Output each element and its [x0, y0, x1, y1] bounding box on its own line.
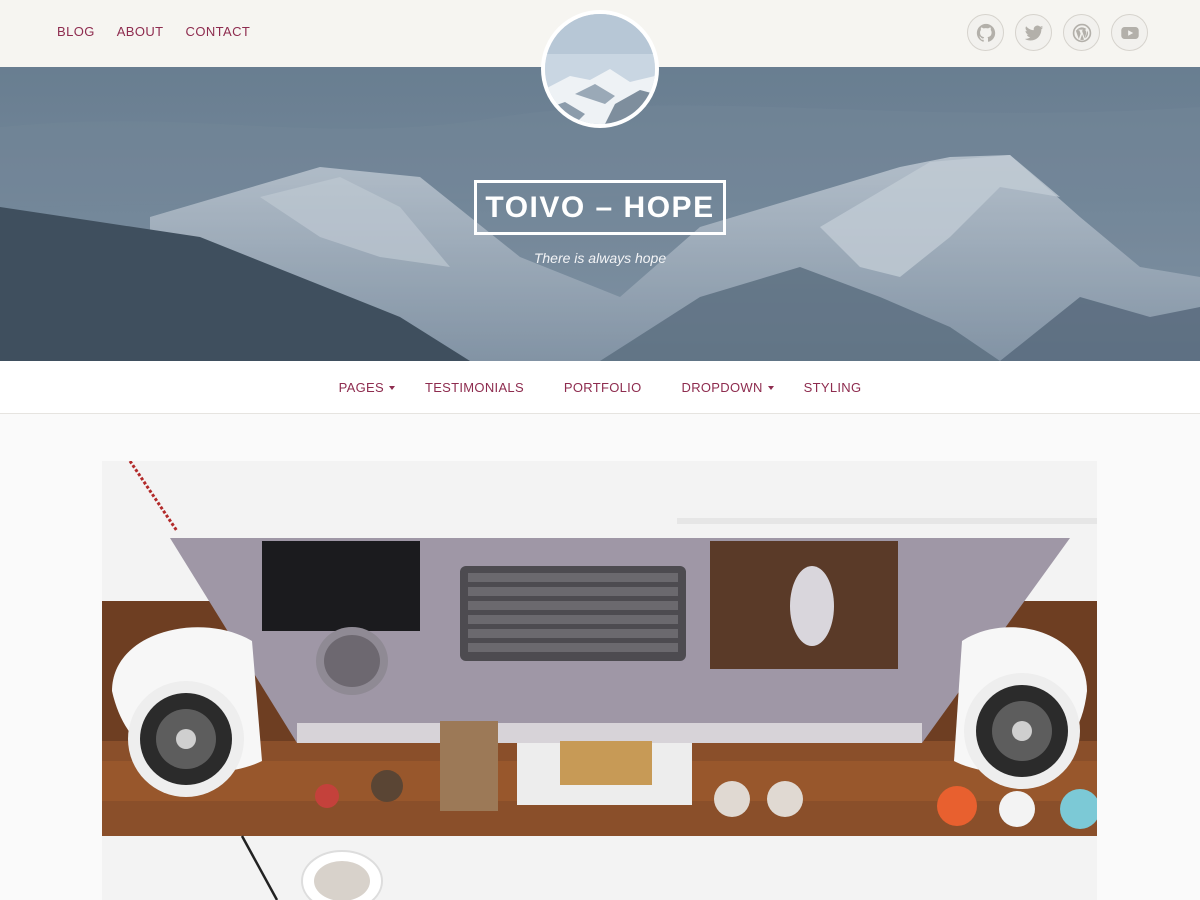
site-tagline: There is always hope	[533, 250, 667, 266]
featured-image[interactable]	[102, 461, 1097, 900]
site-title-box[interactable]: TOIVO – HOPE	[474, 180, 726, 235]
nav-item-styling-label: STYLING	[803, 380, 862, 395]
nav-item-testimonials-label: TESTIMONIALS	[424, 380, 524, 395]
chevron-down-icon	[767, 385, 774, 390]
nav-item-dropdown-label: DROPDOWN	[681, 380, 763, 395]
twitter-icon	[1024, 25, 1043, 41]
nav-item-pages[interactable]: PAGES	[339, 380, 395, 395]
nav-item-pages-label: PAGES	[338, 380, 384, 395]
top-nav-about[interactable]: ABOUT	[117, 24, 164, 39]
site-title[interactable]: TOIVO – HOPE	[485, 191, 714, 225]
top-nav-contact[interactable]: CONTACT	[186, 24, 251, 39]
chevron-down-icon	[388, 385, 395, 390]
avatar[interactable]	[541, 10, 659, 128]
main-nav: PAGES TESTIMONIALS PORTFOLIO DROPDOWN ST…	[0, 361, 1200, 414]
youtube-link[interactable]	[1111, 14, 1148, 51]
avatar-mountain-image	[545, 14, 655, 124]
social-links	[967, 14, 1148, 51]
github-icon	[976, 23, 995, 42]
nav-item-testimonials[interactable]: TESTIMONIALS	[425, 380, 524, 395]
wordpress-link[interactable]	[1063, 14, 1100, 51]
github-link[interactable]	[967, 14, 1004, 51]
wordpress-icon	[1072, 23, 1091, 42]
nav-item-portfolio[interactable]: PORTFOLIO	[564, 380, 642, 395]
youtube-icon	[1120, 26, 1139, 39]
desk-photo	[102, 461, 1097, 900]
nav-item-dropdown[interactable]: DROPDOWN	[682, 380, 774, 395]
twitter-link[interactable]	[1015, 14, 1052, 51]
nav-item-styling[interactable]: STYLING	[804, 380, 862, 395]
top-nav-blog[interactable]: BLOG	[57, 24, 95, 39]
top-nav: BLOG ABOUT CONTACT	[57, 24, 250, 39]
nav-item-portfolio-label: PORTFOLIO	[563, 380, 642, 395]
